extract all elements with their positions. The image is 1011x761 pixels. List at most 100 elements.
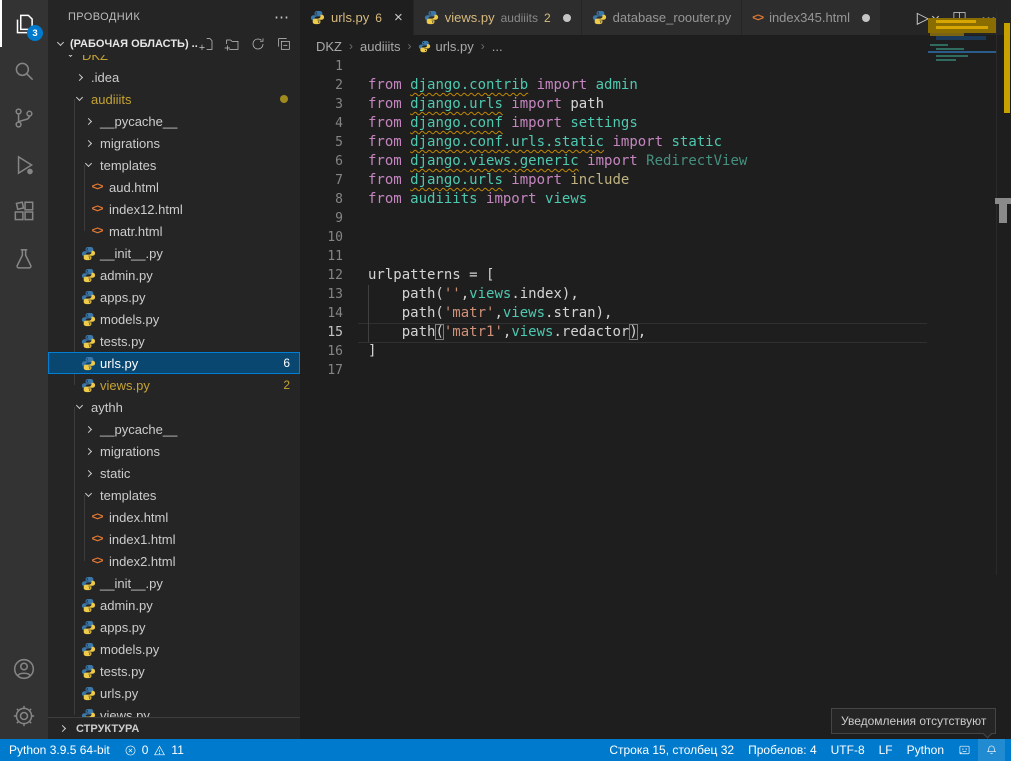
python-file-icon (81, 642, 96, 657)
code-token: from (368, 96, 410, 112)
tree-folder-migrations[interactable]: migrations (48, 440, 300, 462)
run-button[interactable]: ▷ (917, 8, 938, 28)
chevron-right-icon (80, 119, 96, 124)
tree-folder-DKZ[interactable]: DKZ (48, 55, 300, 66)
html-file-icon: <> (92, 555, 103, 567)
breadcrumb-item-urls.py[interactable]: urls.py (418, 39, 473, 54)
code-line: 5from django.conf.urls.static import sta… (300, 133, 927, 152)
tree-folder-templates[interactable]: templates (48, 484, 300, 506)
tree-folder-__pycache__[interactable]: __pycache__ (48, 418, 300, 440)
code-line-text: ] (343, 342, 376, 361)
tree-file-index.html[interactable]: <>index.html (48, 506, 300, 528)
activity-bar-explorer[interactable]: 3 (0, 0, 48, 47)
statusbar-problems[interactable]: 011 (117, 739, 191, 761)
more-actions-icon[interactable]: ⋯ (274, 8, 290, 26)
line-number: 16 (300, 342, 343, 361)
tree-file-apps.py[interactable]: apps.py (48, 286, 300, 308)
tree-folder-.idea[interactable]: .idea (48, 66, 300, 88)
tree-file-index1.html[interactable]: <>index1.html (48, 528, 300, 550)
tree-file-matr.html[interactable]: <>matr.html (48, 220, 300, 242)
tree-folder-migrations[interactable]: migrations (48, 132, 300, 154)
code-editor[interactable]: 12from django.contrib import admin3from … (300, 57, 1011, 739)
tree-file-admin.py[interactable]: admin.py (48, 594, 300, 616)
code-token: django.contrib (410, 77, 528, 93)
statusbar-cursor-position[interactable]: Строка 15, столбец 32 (602, 739, 741, 761)
code-line-text: from django.conf.urls.static import stat… (343, 133, 722, 152)
html-file-icon: <> (89, 203, 105, 215)
statusbar-feedback[interactable] (951, 739, 978, 761)
close-icon[interactable]: × (394, 10, 403, 25)
split-editor-icon[interactable] (952, 10, 967, 25)
statusbar-python-interpreter[interactable]: Python 3.9.5 64-bit (2, 739, 117, 761)
code-token: django.urls (410, 96, 503, 112)
tree-file-models.py[interactable]: models.py (48, 638, 300, 660)
python-file-icon (81, 246, 96, 261)
statusbar-encoding[interactable]: UTF-8 (824, 739, 872, 761)
tree-file-models.py[interactable]: models.py (48, 308, 300, 330)
tab-bar: urls.py6×views.pyaudiiits2database_roout… (300, 0, 1011, 35)
tree-file-index12.html[interactable]: <>index12.html (48, 198, 300, 220)
tree-file-__init__.py[interactable]: __init__.py (48, 242, 300, 264)
python-file-icon (80, 334, 96, 349)
activity-bar-account[interactable] (0, 645, 48, 692)
statusbar-indentation[interactable]: Пробелов: 4 (741, 739, 824, 761)
run-dropdown-chevron-icon[interactable] (932, 12, 939, 19)
tree-file-aud.html[interactable]: <>aud.html (48, 176, 300, 198)
code-token: django.conf.urls.static (410, 134, 604, 150)
tree-file-admin.py[interactable]: admin.py (48, 264, 300, 286)
tree-file-index2.html[interactable]: <>index2.html (48, 550, 300, 572)
tab-description: audiiits (501, 11, 538, 25)
tree-folder-__pycache__[interactable]: __pycache__ (48, 110, 300, 132)
tree-file-tests.py[interactable]: tests.py (48, 330, 300, 352)
code-token: views (503, 305, 545, 321)
activity-bar-testing[interactable] (0, 235, 48, 282)
code-line: 13 path('',views.index), (300, 285, 927, 304)
tab-views.py[interactable]: views.pyaudiiits2 (414, 0, 582, 35)
activity-bar-search[interactable] (0, 47, 48, 94)
tree-file-__init__.py[interactable]: __init__.py (48, 572, 300, 594)
workspace-section-header[interactable]: (РАБОЧАЯ ОБЛАСТЬ) ... (48, 33, 300, 55)
tree-file-apps.py[interactable]: apps.py (48, 616, 300, 638)
statusbar-language-mode[interactable]: Python (900, 739, 951, 761)
new-file-icon (198, 36, 214, 52)
tree-folder-static[interactable]: static (48, 462, 300, 484)
tree-item-label: apps.py (100, 290, 146, 305)
activity-bar-settings[interactable] (0, 692, 48, 739)
tree-folder-templates[interactable]: templates (48, 154, 300, 176)
python-file-icon (81, 312, 96, 327)
tree-item-label: views.py (100, 708, 150, 718)
statusbar-label: Пробелов: 4 (748, 743, 817, 757)
python-file-icon (80, 378, 96, 393)
statusbar-notifications[interactable] (978, 739, 1005, 761)
tree-file-views.py[interactable]: views.py (48, 704, 300, 717)
tree-file-views.py[interactable]: views.py2 (48, 374, 300, 396)
tree-folder-audiiits[interactable]: audiiits (48, 88, 300, 110)
breadcrumb-label: DKZ (316, 39, 342, 54)
tree-file-tests.py[interactable]: tests.py (48, 660, 300, 682)
warning-triangle-icon (153, 744, 166, 757)
breadcrumb-item-audiiits[interactable]: audiiits (360, 39, 400, 54)
feedback-smiley-icon (958, 744, 971, 757)
breadcrumb-item-DKZ[interactable]: DKZ (316, 39, 342, 54)
editor-more-actions-icon[interactable]: ⋯ (981, 9, 997, 27)
activity-bar-extensions[interactable] (0, 188, 48, 235)
bell-icon (985, 744, 998, 757)
error-count: 0 (142, 743, 149, 757)
tab-urls.py[interactable]: urls.py6× (300, 0, 414, 35)
tree-file-urls.py[interactable]: urls.py6 (48, 352, 300, 374)
tab-index345.html[interactable]: <>index345.html (742, 0, 881, 35)
tab-database_roouter.py[interactable]: database_roouter.py (582, 0, 743, 35)
activity-bar-run-debug[interactable] (0, 141, 48, 188)
code-line: 15 path('matr1',views.redactor), (300, 323, 927, 342)
activity-bar-source-control[interactable] (0, 94, 48, 141)
outline-section-header[interactable]: СТРУКТУРА (48, 717, 300, 739)
html-file-icon: <> (92, 225, 103, 237)
refresh-icon (250, 36, 266, 52)
tree-file-urls.py[interactable]: urls.py (48, 682, 300, 704)
statusbar-eol[interactable]: LF (872, 739, 900, 761)
tree-folder-aythh[interactable]: aythh (48, 396, 300, 418)
breadcrumb-item-...[interactable]: ... (492, 39, 503, 54)
code-token: from (368, 172, 410, 188)
tree-item-label: templates (100, 158, 156, 173)
problems-count-badge: 6 (283, 356, 290, 370)
